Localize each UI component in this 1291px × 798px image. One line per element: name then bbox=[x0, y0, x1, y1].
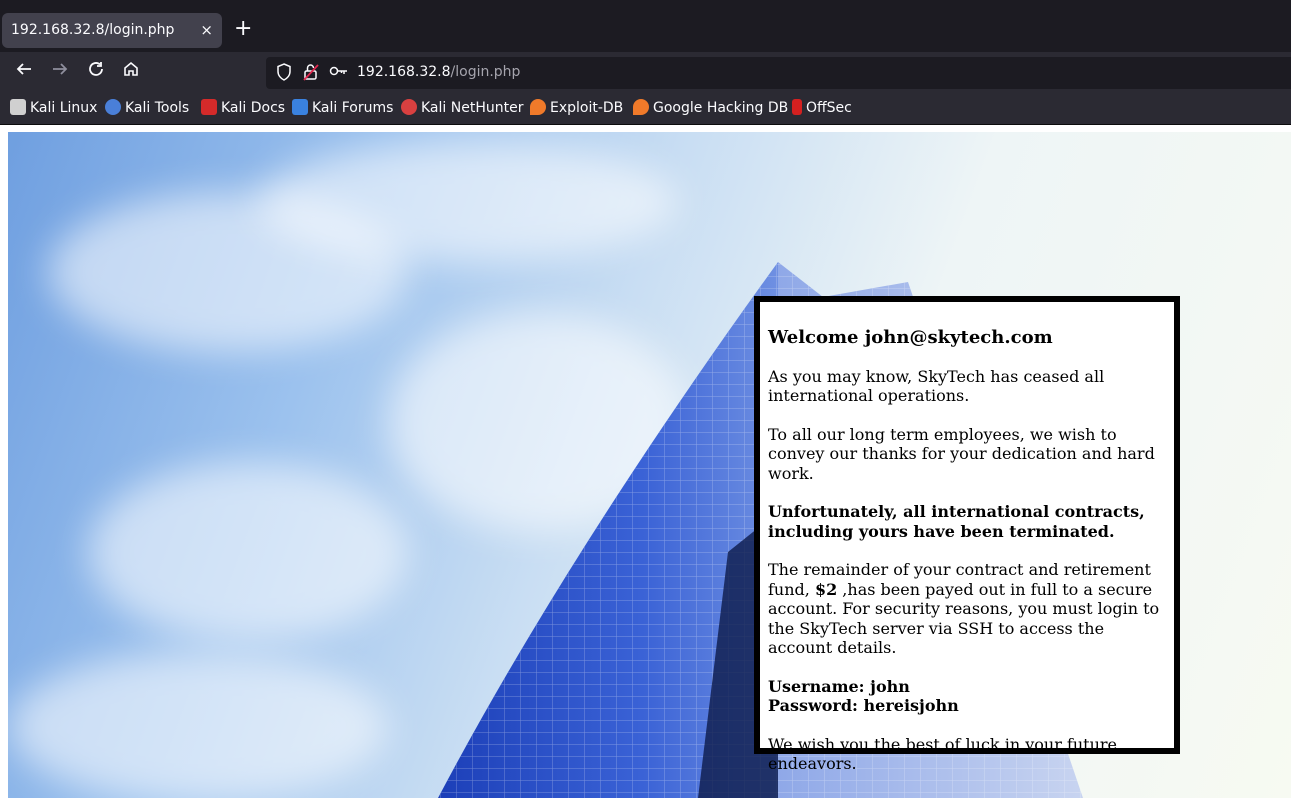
bookmark-google-hacking-db[interactable]: Google Hacking DB bbox=[633, 99, 788, 119]
username-text: Username: john bbox=[768, 676, 910, 696]
tab-strip: 192.168.32.8/login.php × + bbox=[0, 0, 1291, 52]
reload-icon[interactable] bbox=[84, 60, 108, 84]
new-tab-icon[interactable]: + bbox=[234, 16, 252, 42]
browser-tab[interactable]: 192.168.32.8/login.php × bbox=[2, 13, 222, 48]
home-icon[interactable] bbox=[119, 60, 143, 84]
paragraph-farewell: We wish you the best of luck in your fut… bbox=[768, 734, 1117, 774]
fund-amount: $2 bbox=[814, 579, 838, 599]
back-arrow-icon[interactable] bbox=[12, 60, 36, 84]
paragraph-operations: As you may know, SkyTech has ceased all … bbox=[768, 366, 1105, 406]
page-title: Welcome john@skytech.com bbox=[768, 327, 1053, 348]
bookmark-kali-linux[interactable]: Kali Linux bbox=[10, 99, 97, 119]
bookmarks-toolbar: Kali Linux Kali Tools Kali Docs Kali For… bbox=[0, 94, 1291, 125]
address-bar[interactable]: 192.168.32.8/login.php bbox=[266, 57, 1291, 89]
notice-box: Welcome john@skytech.com As you may know… bbox=[754, 296, 1180, 773]
kali-dragon-icon bbox=[10, 99, 26, 115]
key-icon[interactable] bbox=[329, 63, 349, 83]
bookmark-kali-docs[interactable]: Kali Docs bbox=[201, 99, 285, 119]
exploit-db-icon bbox=[530, 99, 546, 115]
paragraph-fund: The remainder of your contract and retir… bbox=[768, 560, 1160, 657]
navigation-toolbar: 192.168.32.8/login.php bbox=[0, 52, 1291, 94]
bookmark-kali-tools[interactable]: Kali Tools bbox=[105, 99, 189, 119]
kali-tools-icon bbox=[105, 99, 121, 115]
offsec-icon bbox=[792, 99, 802, 115]
kali-docs-icon bbox=[201, 99, 217, 115]
notice-content: Welcome john@skytech.com As you may know… bbox=[768, 328, 1168, 793]
credentials: Username: john Password: hereisjohn bbox=[768, 677, 1168, 716]
shield-icon[interactable] bbox=[274, 63, 294, 83]
forward-arrow-icon[interactable] bbox=[48, 60, 72, 84]
paragraph-thanks: To all our long term employees, we wish … bbox=[768, 424, 1155, 483]
bookmark-exploit-db[interactable]: Exploit-DB bbox=[530, 99, 623, 119]
kali-forums-icon bbox=[292, 99, 308, 115]
tab-title: 192.168.32.8/login.php bbox=[11, 22, 175, 38]
bookmark-offsec[interactable]: OffSec bbox=[792, 99, 852, 119]
nethunter-icon bbox=[401, 99, 417, 115]
page-viewport: Welcome john@skytech.com As you may know… bbox=[0, 125, 1291, 798]
paragraph-termination: Unfortunately, all international contrac… bbox=[768, 502, 1145, 541]
insecure-lock-icon[interactable] bbox=[301, 63, 321, 83]
ghdb-icon bbox=[633, 99, 649, 115]
bookmark-kali-nethunter[interactable]: Kali NetHunter bbox=[401, 99, 523, 119]
password-text: Password: hereisjohn bbox=[768, 696, 959, 715]
bookmark-kali-forums[interactable]: Kali Forums bbox=[292, 99, 393, 119]
url-host: 192.168.32.8 bbox=[357, 64, 451, 80]
url-path: /login.php bbox=[450, 64, 521, 80]
url-text[interactable]: 192.168.32.8/login.php bbox=[357, 64, 520, 80]
close-tab-icon[interactable]: × bbox=[200, 21, 213, 39]
